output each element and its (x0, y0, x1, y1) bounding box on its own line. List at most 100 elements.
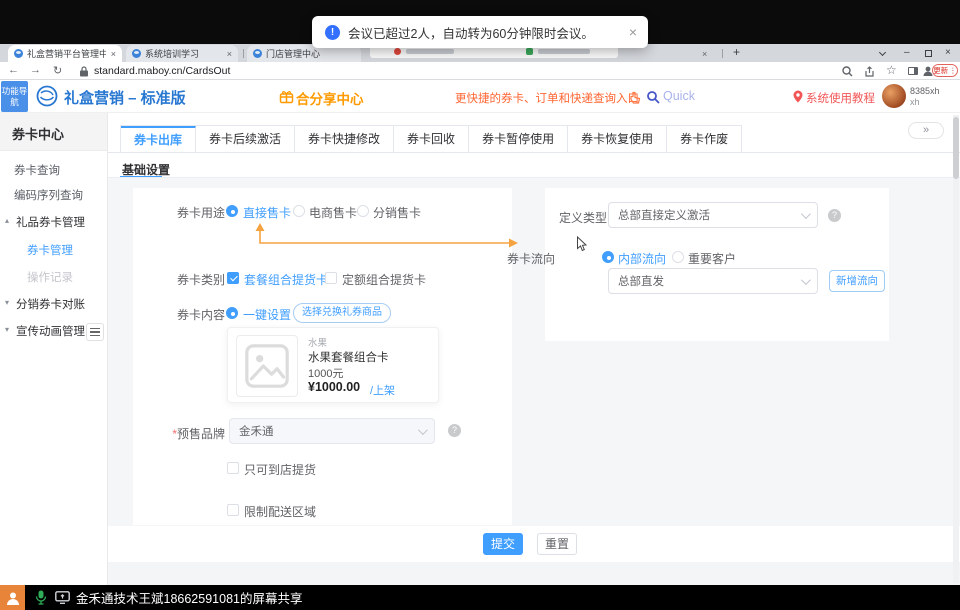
tab-card-suspend[interactable]: 券卡暂停使用 (469, 126, 568, 152)
user-avatar[interactable] (882, 84, 906, 108)
tutorial-link[interactable]: 系统使用教程 (806, 90, 875, 106)
radio-distribution-sale-label[interactable]: 分销售卡 (373, 204, 421, 221)
category-label: 券卡类别 (133, 271, 225, 288)
forward-icon[interactable]: → (30, 64, 41, 76)
presenter-avatar-icon (0, 585, 25, 610)
sidebar: 券卡中心 券卡查询 编码序列查询 ▴ 礼品券卡管理 券卡管理 操作记录 ▾ 分销… (0, 113, 108, 585)
brand-help-icon[interactable]: ? (448, 424, 461, 437)
collapse-arrow-icon[interactable]: ▴ (5, 216, 9, 225)
sidebar-item-card-manage-active[interactable]: 券卡管理 (27, 242, 73, 258)
define-type-help-icon[interactable]: ? (828, 209, 841, 222)
checkbox-fixed-card-label[interactable]: 定额组合提货卡 (342, 271, 426, 288)
tab-card-void[interactable]: 券卡作废 (667, 126, 741, 152)
scrollbar-thumb[interactable] (953, 117, 959, 179)
add-flow-button[interactable]: 新增流向 (829, 270, 885, 292)
browser-tab-label: 系统培训学习 (145, 47, 222, 60)
submit-button[interactable]: 提交 (483, 533, 523, 555)
reload-icon[interactable]: ↻ (53, 64, 62, 77)
share-center-link[interactable]: 合分享中心 (296, 88, 364, 108)
checkbox-package-card[interactable] (227, 272, 239, 284)
radio-internal-flow[interactable] (602, 251, 614, 263)
tab-card-resume[interactable]: 券卡恢复使用 (568, 126, 667, 152)
window-close-icon[interactable]: × (945, 47, 951, 59)
tab-separator (243, 49, 244, 58)
quick-search-label[interactable]: Quick (663, 89, 695, 103)
radio-important-customer[interactable] (672, 251, 684, 263)
radio-ecommerce-sale-label[interactable]: 电商售卡 (309, 204, 357, 221)
split-view-icon[interactable] (908, 67, 918, 75)
app-logo-icon (36, 85, 58, 107)
sidebar-item-operation-log[interactable]: 操作记录 (27, 269, 73, 285)
chevron-down-icon (418, 425, 428, 435)
checkbox-fixed-card[interactable] (325, 272, 337, 284)
pick-gift-products-button[interactable]: 选择兑换礼券商品 (293, 303, 391, 323)
define-type-select[interactable]: 总部直接定义激活 (608, 202, 818, 228)
share-icon[interactable] (864, 66, 875, 77)
product-tag: 水果 (308, 335, 327, 349)
checkbox-limit-delivery-area[interactable] (227, 504, 239, 516)
bookmark-star-icon[interactable]: ☆ (886, 63, 897, 77)
browser-update-button[interactable]: 更新 ⋮ (932, 64, 958, 77)
radio-direct-sale[interactable] (226, 205, 238, 217)
sidebar-item-serial-query[interactable]: 编码序列查询 (14, 187, 83, 203)
username-sub: xh (910, 97, 920, 107)
checkbox-store-pickup-only[interactable] (227, 462, 239, 474)
radio-one-key-setup-label[interactable]: 一键设置 (243, 306, 291, 323)
annotation-arrow (250, 221, 525, 249)
define-type-label: 定义类型 (515, 209, 607, 226)
sidebar-group-animation[interactable]: 宣传动画管理 (16, 323, 85, 339)
radio-distribution-sale[interactable] (357, 205, 369, 217)
sidebar-group-gift-cards[interactable]: 礼品券卡管理 (16, 214, 85, 230)
window-menu-icon[interactable] (879, 49, 886, 56)
checkbox-package-card-label[interactable]: 套餐组合提货卡 (244, 271, 328, 288)
pointing-hand-icon (629, 91, 642, 104)
tab-close-icon[interactable]: × (227, 49, 232, 59)
brand-select[interactable]: 金禾通 (229, 418, 435, 444)
browser-tab-2[interactable]: 系统培训学习 × (126, 45, 238, 62)
tab-quick-modify[interactable]: 券卡快捷修改 (295, 126, 394, 152)
update-label: 更新 (933, 65, 948, 76)
checkbox-limit-delivery-label[interactable]: 限制配送区域 (244, 503, 316, 520)
sidebar-item-card-query[interactable]: 券卡查询 (14, 162, 60, 178)
blurred-text (406, 49, 454, 54)
tab-card-recycle[interactable]: 券卡回收 (394, 126, 469, 152)
location-pin-icon (793, 90, 803, 103)
product-status-link[interactable]: /上架 (370, 382, 395, 398)
expand-arrow-icon[interactable]: ▾ (5, 325, 9, 334)
sidebar-title: 券卡中心 (12, 124, 64, 143)
toast-close-icon[interactable]: × (629, 24, 637, 40)
header-promo-text[interactable]: 更快捷的券卡、订单和快递查询入口 (455, 90, 639, 106)
tab-followup-activate[interactable]: 券卡后续激活 (196, 126, 295, 152)
radio-internal-flow-label[interactable]: 内部流向 (618, 250, 666, 267)
expand-more-button[interactable]: » (908, 122, 944, 139)
tab-card-outbound[interactable]: 券卡出库 (121, 126, 196, 152)
scrollbar[interactable] (953, 115, 959, 583)
function-nav-toggle[interactable]: 功能导航 (1, 81, 28, 112)
radio-direct-sale-label[interactable]: 直接售卡 (243, 204, 291, 221)
back-icon[interactable]: ← (8, 64, 19, 76)
url-bar[interactable]: standard.maboy.cn/CardsOut (94, 65, 230, 77)
browser-tab-label: 礼盒营销平台管理中心 (27, 47, 106, 60)
expand-arrow-icon[interactable]: ▾ (5, 298, 9, 307)
new-tab-button[interactable]: + (733, 46, 740, 58)
tab-close-icon[interactable]: × (702, 48, 707, 60)
overflow-dots-icon: ⋮ (949, 66, 957, 75)
flow-select[interactable]: 总部直发 (608, 268, 818, 294)
content-label: 券卡内容 (133, 306, 225, 323)
sidebar-group-distribution[interactable]: 分销券卡对账 (16, 296, 85, 312)
window-maximize-icon[interactable] (925, 50, 932, 57)
radio-one-key-setup[interactable] (226, 307, 238, 319)
checkbox-store-pickup-label[interactable]: 只可到店提货 (244, 461, 316, 478)
window-minimize-icon[interactable]: – (904, 47, 910, 59)
radio-important-customer-label[interactable]: 重要客户 (688, 250, 736, 267)
sidebar-collapse-handle[interactable] (86, 323, 104, 341)
browser-tab-1[interactable]: 礼盒营销平台管理中心 × (8, 45, 122, 62)
radio-ecommerce-sale[interactable] (293, 205, 305, 217)
zoom-icon[interactable] (842, 66, 853, 77)
product-card[interactable]: 水果 水果套餐组合卡 1000元 ¥1000.00 /上架 (227, 327, 439, 403)
site-favicon (253, 49, 262, 58)
reset-button[interactable]: 重置 (537, 533, 577, 555)
tab-close-icon[interactable]: × (111, 49, 116, 59)
site-favicon (132, 49, 141, 58)
quick-search-icon[interactable] (647, 91, 660, 104)
